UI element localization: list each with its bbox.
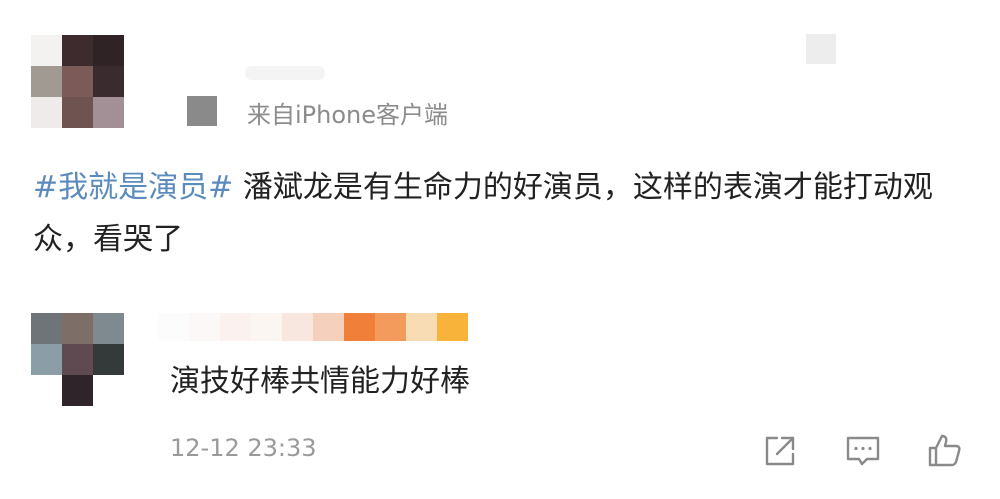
post-badge-blurred	[806, 34, 836, 64]
comment-icon[interactable]	[843, 431, 883, 471]
post-avatar[interactable]	[31, 35, 124, 128]
post-source: 来自iPhone客户端	[247, 101, 449, 129]
post-username-blurred[interactable]	[245, 66, 325, 80]
level-badge-blurred	[187, 96, 217, 126]
like-icon[interactable]	[925, 431, 965, 471]
hashtag-link[interactable]: #我就是演员#	[33, 170, 233, 205]
share-icon[interactable]	[760, 431, 800, 471]
post-body: #我就是演员# 潘斌龙是有生命力的好演员，这样的表演才能打动观众，看哭了	[33, 162, 973, 266]
reply-avatar[interactable]	[31, 313, 124, 406]
reply-timestamp: 12-12 23:33	[170, 434, 317, 462]
reply-username-blurred[interactable]	[158, 313, 468, 341]
reply-text: 演技好棒共情能力好棒	[170, 364, 470, 399]
